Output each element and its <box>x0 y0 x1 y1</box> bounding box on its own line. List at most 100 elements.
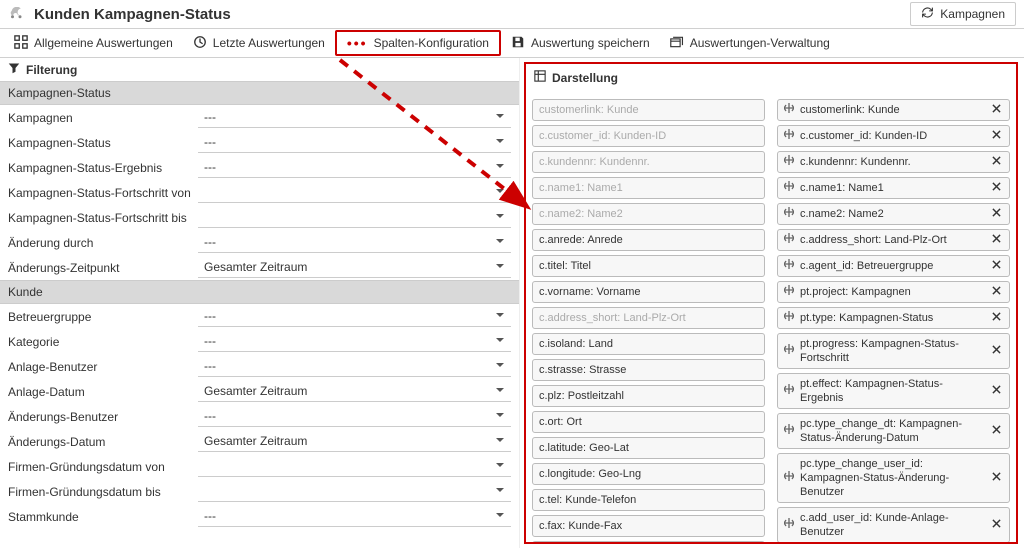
selected-chip[interactable]: c.name1: Name1 <box>777 177 1010 199</box>
filter-select[interactable]: Gesamter Zeitraum <box>198 382 511 402</box>
drag-handle-icon[interactable] <box>784 233 794 247</box>
filter-label: Anlage-Benutzer <box>8 360 198 374</box>
filter-select[interactable] <box>198 482 511 502</box>
available-chip[interactable]: c.strasse: Strasse <box>532 359 765 381</box>
drag-handle-icon[interactable] <box>784 181 794 195</box>
drag-handle-icon[interactable] <box>784 103 794 117</box>
tb-label: Auswertung speichern <box>531 36 650 50</box>
tb-allgemeine-auswertungen[interactable]: Allgemeine Auswertungen <box>4 31 183 56</box>
remove-icon[interactable] <box>990 155 1003 169</box>
chevron-down-icon <box>495 110 505 124</box>
remove-icon[interactable] <box>990 424 1003 438</box>
available-chip[interactable]: c.longitude: Geo-Lng <box>532 463 765 485</box>
drag-handle-icon[interactable] <box>784 424 794 438</box>
selected-chip[interactable]: c.agent_id: Betreuergruppe <box>777 255 1010 277</box>
drag-handle-icon[interactable] <box>784 129 794 143</box>
selected-chip[interactable]: pt.project: Kampagnen <box>777 281 1010 303</box>
selected-chip[interactable]: c.name2: Name2 <box>777 203 1010 225</box>
filter-select[interactable] <box>198 208 511 228</box>
filter-select[interactable]: --- <box>198 158 511 178</box>
selected-chip[interactable]: pt.progress: Kampagnen-Status-Fortschrit… <box>777 333 1010 369</box>
filter-label: Kampagnen-Status-Fortschritt bis <box>8 211 198 225</box>
drag-handle-icon[interactable] <box>784 207 794 221</box>
chevron-down-icon <box>495 409 505 423</box>
remove-icon[interactable] <box>990 259 1003 273</box>
filter-label: Stammkunde <box>8 510 198 524</box>
remove-icon[interactable] <box>990 384 1003 398</box>
available-chip[interactable]: c.tel: Kunde-Telefon <box>532 489 765 511</box>
selected-chip[interactable]: pc.type_change_user_id: Kampagnen-Status… <box>777 453 1010 503</box>
remove-icon[interactable] <box>990 311 1003 325</box>
available-chip[interactable]: c.fax: Kunde-Fax <box>532 515 765 537</box>
tb-auswertungen-verwaltung[interactable]: Auswertungen-Verwaltung <box>660 31 840 56</box>
filter-select[interactable]: Gesamter Zeitraum <box>198 432 511 452</box>
selected-chip[interactable]: c.add_user_id: Kunde-Anlage-Benutzer <box>777 507 1010 542</box>
available-chip[interactable]: c.titel: Titel <box>532 255 765 277</box>
drag-handle-icon[interactable] <box>784 259 794 273</box>
selected-chip[interactable]: pt.type: Kampagnen-Status <box>777 307 1010 329</box>
filter-select[interactable]: --- <box>198 233 511 253</box>
selected-chip-label: c.name1: Name1 <box>800 181 986 195</box>
drag-handle-icon[interactable] <box>784 384 794 398</box>
chevron-down-icon <box>495 459 505 473</box>
available-chip[interactable]: c.kundennr: Kundennr. <box>532 151 765 173</box>
filter-row: Kampagnen-Status-Fortschritt bis <box>0 205 519 230</box>
tb-auswertung-speichern[interactable]: Auswertung speichern <box>501 31 660 56</box>
available-chip[interactable]: c.anrede: Anrede <box>532 229 765 251</box>
available-chip[interactable]: c.mobil: Kunde-Mobil <box>532 541 765 542</box>
available-chip[interactable]: c.plz: Postleitzahl <box>532 385 765 407</box>
filter-select[interactable]: --- <box>198 407 511 427</box>
filter-value: Gesamter Zeitraum <box>204 434 307 448</box>
drag-handle-icon[interactable] <box>784 471 794 485</box>
remove-icon[interactable] <box>990 129 1003 143</box>
available-chip[interactable]: c.vorname: Vorname <box>532 281 765 303</box>
drag-handle-icon[interactable] <box>784 285 794 299</box>
remove-icon[interactable] <box>990 344 1003 358</box>
filter-select[interactable]: --- <box>198 307 511 327</box>
filter-row: Anlage-DatumGesamter Zeitraum <box>0 379 519 404</box>
drag-handle-icon[interactable] <box>784 518 794 532</box>
drag-handle-icon[interactable] <box>784 311 794 325</box>
remove-icon[interactable] <box>990 518 1003 532</box>
filter-select[interactable]: --- <box>198 507 511 527</box>
remove-icon[interactable] <box>990 103 1003 117</box>
selected-chip[interactable]: c.customer_id: Kunden-ID <box>777 125 1010 147</box>
available-chip[interactable]: c.name2: Name2 <box>532 203 765 225</box>
remove-icon[interactable] <box>990 285 1003 299</box>
remove-icon[interactable] <box>990 207 1003 221</box>
tb-label: Allgemeine Auswertungen <box>34 36 173 50</box>
chevron-down-icon <box>495 384 505 398</box>
tb-letzte-auswertungen[interactable]: Letzte Auswertungen <box>183 31 335 56</box>
selected-chip-label: c.customer_id: Kunden-ID <box>800 129 986 143</box>
tb-spalten-konfiguration[interactable]: ••• Spalten-Konfiguration <box>335 30 501 56</box>
filter-select[interactable]: --- <box>198 332 511 352</box>
filter-select[interactable]: --- <box>198 357 511 377</box>
selected-chip[interactable]: pt.effect: Kampagnen-Status-Ergebnis <box>777 373 1010 409</box>
filter-row: Firmen-Gründungsdatum von <box>0 454 519 479</box>
filter-select[interactable] <box>198 457 511 477</box>
available-chip[interactable]: c.latitude: Geo-Lat <box>532 437 765 459</box>
filter-select[interactable]: --- <box>198 133 511 153</box>
available-chip[interactable]: customerlink: Kunde <box>532 99 765 121</box>
available-chip[interactable]: c.isoland: Land <box>532 333 765 355</box>
app-logo-icon <box>8 7 26 21</box>
available-chip[interactable]: c.address_short: Land-Plz-Ort <box>532 307 765 329</box>
remove-icon[interactable] <box>990 471 1003 485</box>
manage-icon <box>670 35 684 52</box>
available-chip[interactable]: c.customer_id: Kunden-ID <box>532 125 765 147</box>
selected-chip[interactable]: c.kundennr: Kundennr. <box>777 151 1010 173</box>
remove-icon[interactable] <box>990 181 1003 195</box>
selected-chip[interactable]: pc.type_change_dt: Kampagnen-Status-Ände… <box>777 413 1010 449</box>
kampagnen-button[interactable]: Kampagnen <box>910 2 1016 26</box>
available-chip[interactable]: c.ort: Ort <box>532 411 765 433</box>
filter-label: Anlage-Datum <box>8 385 198 399</box>
selected-chip[interactable]: c.address_short: Land-Plz-Ort <box>777 229 1010 251</box>
filter-select[interactable] <box>198 183 511 203</box>
filter-select[interactable]: --- <box>198 108 511 128</box>
drag-handle-icon[interactable] <box>784 344 794 358</box>
available-chip[interactable]: c.name1: Name1 <box>532 177 765 199</box>
selected-chip[interactable]: customerlink: Kunde <box>777 99 1010 121</box>
filter-select[interactable]: Gesamter Zeitraum <box>198 258 511 278</box>
remove-icon[interactable] <box>990 233 1003 247</box>
drag-handle-icon[interactable] <box>784 155 794 169</box>
